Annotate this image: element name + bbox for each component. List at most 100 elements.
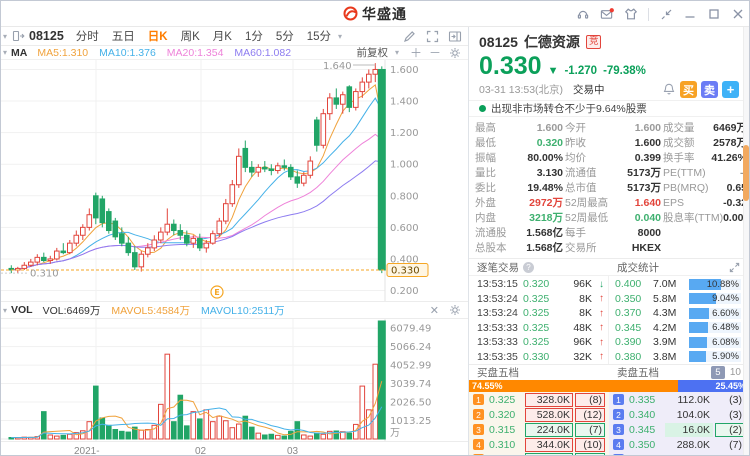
messages-icon[interactable]	[600, 7, 614, 21]
expand-section-icon[interactable]	[727, 260, 741, 274]
support-headset-icon[interactable]	[576, 7, 590, 21]
ma-legend-1: MA10:1.376	[99, 46, 156, 59]
alert-bell-icon[interactable]	[662, 83, 676, 97]
shrink-window-icon[interactable]	[659, 7, 673, 21]
close-volume-icon[interactable]: ✕	[430, 304, 439, 317]
panel-scrollbar	[743, 27, 749, 455]
zoom-out-icon[interactable]: －	[429, 44, 441, 61]
last-price: 0.330	[479, 52, 542, 80]
quote-field-value: 1.600	[634, 136, 661, 149]
quote-panel: 08125 仁德资源 竞 0.330 ▼ -1.270 -79.38% 03-3…	[469, 27, 749, 455]
stock-window-icon[interactable]	[11, 29, 25, 43]
quote-field-value: 1.568亿	[526, 227, 563, 239]
tab-周K[interactable]: 周K	[181, 28, 200, 44]
add-watchlist-button[interactable]: +	[722, 81, 739, 98]
maximize-icon[interactable]	[707, 7, 721, 21]
tab-月K[interactable]: 月K	[213, 28, 232, 44]
quote-cell: 成交额 2578万	[663, 135, 747, 150]
quote-field-value: 5173万	[627, 182, 661, 194]
depth-10-button[interactable]: 10	[730, 367, 741, 378]
tab-分时[interactable]: 分时	[76, 28, 99, 44]
ask-row: 5 0.355104.0K(1)	[613, 452, 746, 455]
bid-level: 1	[473, 394, 484, 405]
quote-field-label: 最高	[475, 122, 496, 134]
adjust-chevron-icon[interactable]: ▾	[395, 48, 399, 57]
tab-15分[interactable]: 15分	[307, 28, 331, 44]
sell-button[interactable]: 卖	[701, 81, 718, 98]
quote-field-label: 52周最高	[565, 197, 609, 209]
kline-chart[interactable]: 1.600 1.400 1.200 1.000 0.800 0.600 0.400 0.200…	[1, 60, 468, 301]
stats-percent: 5.90%	[712, 351, 739, 363]
help-icon[interactable]: ?	[523, 261, 534, 273]
quote-cell: 52周最高 1.640	[565, 195, 661, 210]
titlebar: 华盛通	[1, 1, 749, 27]
x-axis-label: 03	[287, 446, 299, 456]
zoom-in-icon[interactable]: ＋	[410, 44, 422, 61]
quote-cell: 流通值 5173万	[565, 165, 661, 180]
quote-cell: 昨收 1.600	[565, 135, 661, 150]
quote-field-label: 昨收	[565, 137, 586, 149]
svg-text:5066.24: 5066.24	[390, 342, 431, 353]
adjust-mode[interactable]: 前复权	[356, 45, 388, 60]
quote-field-value: 1.568亿	[526, 242, 563, 254]
chart-panel: ▾ 08125 分时 五日 日K 周K 月K 1分 5分 15分 ▾ ▾ MA …	[1, 27, 469, 456]
quote-field-value: 80.00%	[527, 151, 563, 164]
depth-5-button[interactable]: 5	[710, 366, 725, 379]
fullscreen-icon[interactable]	[425, 29, 439, 43]
ask-row: 4 0.350 288.0K (7)	[613, 437, 746, 452]
dock-panel-icon[interactable]	[448, 29, 462, 43]
volume-chart[interactable]: 6079.49 5066.24 4052.99 3039.74 2026.50 1013.…	[1, 319, 468, 441]
bid-row: 2 0.320 528.0K (12)	[473, 407, 606, 422]
stats-bar: 9.04%	[689, 293, 741, 305]
bid-volume: 328.0K	[525, 392, 573, 407]
quote-field-label: 总市值	[565, 182, 597, 194]
volume-settings-gear-icon[interactable]	[448, 303, 462, 317]
tab-1分[interactable]: 1分	[245, 28, 263, 44]
tab-五日[interactable]: 五日	[112, 28, 135, 44]
ask-row: 1 0.335 112.0K (3)	[613, 392, 746, 407]
buy-button[interactable]: 买	[680, 81, 697, 98]
vol-chevron-icon[interactable]: ▾	[3, 306, 7, 315]
quote-cell: 最低 0.320	[475, 135, 563, 150]
close-icon[interactable]	[731, 7, 745, 21]
quote-cell: 委比 19.48%	[475, 180, 563, 195]
ma-chevron-icon[interactable]: ▾	[3, 48, 7, 57]
quote-stock-code: 08125	[479, 34, 518, 50]
ask-row: 3 0.345 16.0K (2)	[613, 422, 746, 437]
bid-level: 2	[473, 409, 484, 420]
chart-settings-gear-icon[interactable]	[448, 46, 462, 60]
market-status: 交易中	[573, 84, 605, 96]
quote-field-value: 41.26%	[711, 151, 747, 164]
tick-price: 0.325	[523, 321, 550, 334]
period-more-chevron-icon[interactable]: ▾	[338, 32, 342, 41]
announcement-bar[interactable]: 出现非市场转仓不少于9.64%股票	[469, 100, 749, 117]
ask-count: (3)	[729, 393, 742, 406]
minimize-icon[interactable]	[683, 7, 697, 21]
tab-日K[interactable]: 日K	[148, 28, 168, 44]
svg-text:万: 万	[390, 428, 400, 439]
tick-price: 0.320	[523, 278, 550, 291]
brand-name: 华盛通	[362, 5, 407, 22]
quote-field-label: 总股本	[475, 242, 507, 254]
vol-legend-1: MAVOL5:4584万	[111, 304, 191, 317]
quote-field-value: 19.48%	[527, 181, 563, 194]
quote-field-label: 股息率(TTM)	[663, 212, 724, 224]
quote-field-label: 流通股	[475, 227, 507, 239]
scrollbar-thumb[interactable]	[743, 145, 749, 201]
bid-volume: 344.0K	[525, 437, 573, 452]
quote-cell	[663, 240, 747, 255]
collapse-chevron-icon[interactable]: ▾	[3, 32, 7, 41]
theme-shirt-icon[interactable]	[624, 7, 638, 21]
draw-pencil-icon[interactable]	[402, 29, 416, 43]
quote-field-value: 6469万	[713, 122, 747, 134]
ask-count: (2)	[715, 422, 745, 437]
tick-trades-header: 逐笔交易 ? 成交统计	[469, 258, 749, 276]
svg-text:0.600: 0.600	[390, 223, 419, 234]
svg-text:0.330: 0.330	[391, 266, 420, 277]
tab-5分[interactable]: 5分	[276, 28, 294, 44]
quote-field-label: 外盘	[475, 197, 496, 209]
svg-text:3039.74: 3039.74	[390, 379, 431, 390]
quote-field-label: 振幅	[475, 152, 496, 164]
bid-level: 5	[473, 454, 484, 455]
trade-stats-title: 成交统计	[617, 261, 659, 274]
